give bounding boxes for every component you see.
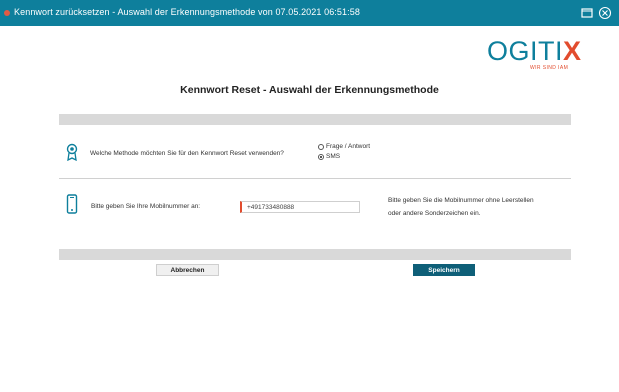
page-title: Kennwort Reset - Auswahl der Erkennungsm… xyxy=(180,84,439,96)
window-title: Kennwort zurücksetzen - Auswahl der Erke… xyxy=(14,7,360,17)
radio-label: Frage / Antwort xyxy=(326,143,371,150)
app-icon xyxy=(4,10,10,16)
mobile-number-input[interactable]: +491733480888 xyxy=(240,201,360,213)
close-circle-icon[interactable] xyxy=(598,6,612,20)
badge-icon xyxy=(66,143,78,162)
radio-frage-antwort[interactable]: Frage / Antwort xyxy=(318,143,370,150)
app-window: Kennwort zurücksetzen - Auswahl der Erke… xyxy=(0,0,619,392)
title-bar: Kennwort zurücksetzen - Auswahl der Erke… xyxy=(0,0,619,26)
maximize-icon[interactable] xyxy=(580,6,594,20)
method-question: Welche Methode möchten Sie für den Kennw… xyxy=(90,150,284,157)
section-divider-bottom xyxy=(59,249,571,260)
radio-button[interactable] xyxy=(318,143,324,150)
section-separator xyxy=(59,178,571,179)
save-button[interactable]: Speichern xyxy=(413,264,475,276)
brand-name: OGITIX xyxy=(487,36,582,66)
brand-logo: OGITIX WIR SIND IAM xyxy=(487,36,585,74)
radio-label: SMS xyxy=(326,153,341,160)
mobile-hint: Bitte geben Sie die Mobilnummer ohne Lee… xyxy=(388,197,534,217)
mobile-label: Bitte geben Sie Ihre Mobilnummer an: xyxy=(91,203,201,210)
phone-icon xyxy=(66,194,78,214)
brand-tagline: WIR SIND IAM xyxy=(530,65,569,71)
cancel-button[interactable]: Abbrechen xyxy=(156,264,219,276)
radio-button-selected[interactable] xyxy=(318,153,324,160)
radio-sms[interactable]: SMS xyxy=(318,153,340,160)
section-divider-top xyxy=(59,114,571,125)
